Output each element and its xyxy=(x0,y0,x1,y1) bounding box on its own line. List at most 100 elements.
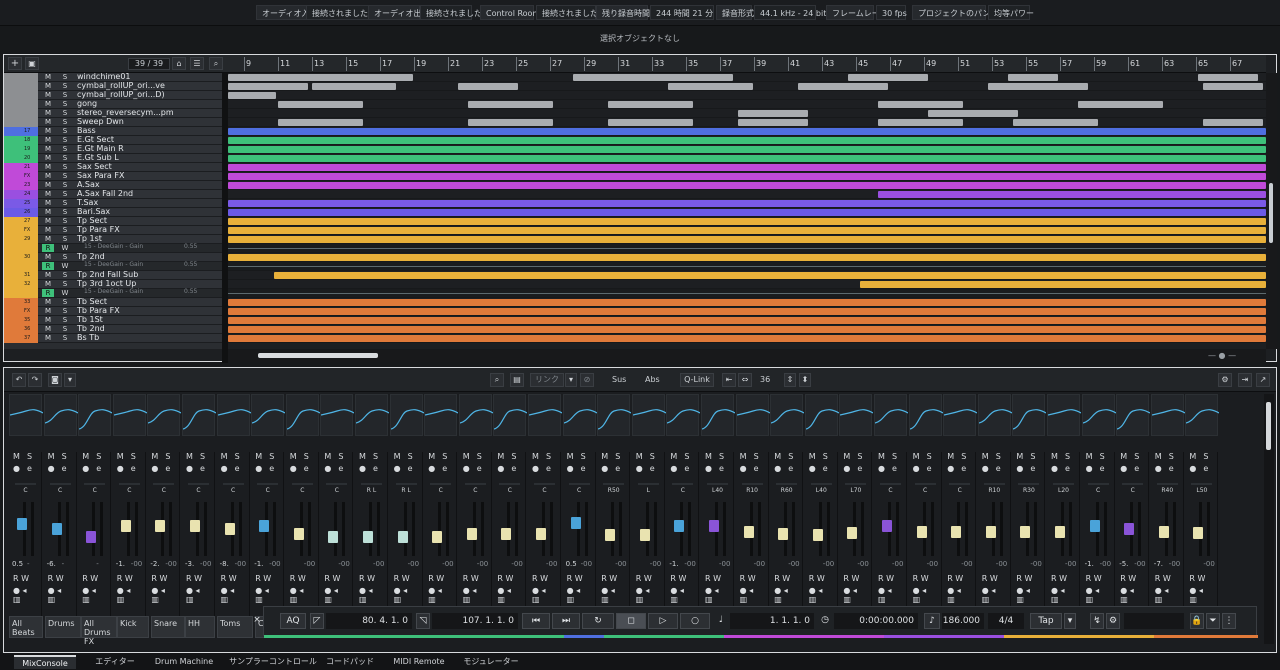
edit-icon[interactable]: e xyxy=(1134,464,1139,473)
volume-value[interactable]: -1. xyxy=(254,560,263,568)
eq-curve-display[interactable] xyxy=(43,394,78,436)
edit-icon[interactable]: e xyxy=(96,464,101,473)
track-row[interactable]: 37 M S Bs Tb xyxy=(4,333,222,343)
eq-curve-display[interactable] xyxy=(874,394,909,436)
volume-value[interactable]: -1. xyxy=(1085,560,1094,568)
mute-button[interactable]: M xyxy=(636,452,643,461)
undo-icon[interactable]: ↶ xyxy=(12,373,26,387)
read-write-buttons[interactable]: R W xyxy=(670,574,686,583)
edit-icon[interactable]: e xyxy=(27,464,32,473)
volume-value[interactable]: -2. xyxy=(150,560,159,568)
mute-button[interactable]: M xyxy=(42,307,54,315)
solo-button[interactable]: S xyxy=(1203,452,1208,461)
monitor-icon[interactable]: ● ◂ xyxy=(636,586,650,595)
channel-spin-icon[interactable]: ⬍ xyxy=(799,373,811,387)
mute-button[interactable]: M xyxy=(290,452,297,461)
monitor-icon[interactable]: ● ◂ xyxy=(809,586,823,595)
edit-icon[interactable]: e xyxy=(1100,464,1105,473)
solo-button[interactable]: S xyxy=(165,452,170,461)
pan-value[interactable]: R50 xyxy=(599,487,628,496)
pan-value[interactable]: C xyxy=(495,487,524,496)
solo-button[interactable]: S xyxy=(59,73,71,81)
audio-event[interactable] xyxy=(928,110,1018,117)
fader-handle[interactable] xyxy=(17,517,27,530)
fader-handle[interactable] xyxy=(639,529,650,542)
pan-value[interactable]: R40 xyxy=(1153,487,1182,496)
audio-event[interactable] xyxy=(228,164,1266,171)
edit-icon[interactable]: e xyxy=(62,464,67,473)
track-row[interactable]: 35 M S Tb 1St xyxy=(4,315,222,325)
read-write-buttons[interactable]: R W xyxy=(221,574,237,583)
fader-handle[interactable] xyxy=(605,529,616,542)
pan-value[interactable]: C xyxy=(219,487,248,496)
listen-icon[interactable]: ● xyxy=(151,464,158,473)
read-write-buttons[interactable]: R W xyxy=(1086,574,1102,583)
mute-button[interactable]: M xyxy=(532,452,539,461)
solo-button[interactable]: S xyxy=(338,452,343,461)
eq-curve-display[interactable] xyxy=(839,394,874,436)
pan-value[interactable]: R30 xyxy=(1014,487,1043,496)
fader-handle[interactable] xyxy=(985,525,996,538)
mute-button[interactable]: M xyxy=(809,452,816,461)
track-lane[interactable] xyxy=(228,217,1266,226)
audio-event[interactable] xyxy=(608,101,693,108)
group-button[interactable]: Snare xyxy=(151,616,185,638)
mute-button[interactable]: M xyxy=(42,316,54,324)
edit-icon[interactable]: e xyxy=(511,464,516,473)
eq-curve-display[interactable] xyxy=(977,394,1013,436)
track-lane[interactable] xyxy=(228,271,1266,280)
solo-button[interactable]: S xyxy=(1169,452,1174,461)
listen-icon[interactable]: ● xyxy=(186,464,193,473)
monitor-icon[interactable]: ● ◂ xyxy=(947,586,961,595)
metronome-icon[interactable]: ♪ xyxy=(924,613,940,629)
listen-icon[interactable]: ● xyxy=(843,464,850,473)
options-icon[interactable]: ⚙ xyxy=(1106,613,1120,629)
monitor-icon[interactable]: ● ◂ xyxy=(324,586,338,595)
camera-icon[interactable]: ◙ xyxy=(48,373,62,387)
mute-button[interactable]: M xyxy=(42,190,54,198)
audio-event[interactable] xyxy=(988,83,1088,90)
audio-event[interactable] xyxy=(878,101,963,108)
solo-button[interactable]: S xyxy=(754,452,759,461)
eq-curve-display[interactable] xyxy=(735,394,770,436)
mute-button[interactable]: M xyxy=(428,452,435,461)
mute-button[interactable]: M xyxy=(670,452,677,461)
audio-event[interactable] xyxy=(1203,83,1263,90)
fader-handle[interactable] xyxy=(1193,527,1204,540)
mute-button[interactable]: M xyxy=(913,452,920,461)
stop-icon[interactable]: ◻ xyxy=(616,613,646,629)
edit-icon[interactable]: e xyxy=(1203,464,1208,473)
fader-handle[interactable] xyxy=(1089,520,1100,533)
eq-curve-display[interactable] xyxy=(216,394,251,436)
read-write-buttons[interactable]: R W xyxy=(255,574,271,583)
pan-value[interactable]: L20 xyxy=(1049,487,1078,496)
listen-icon[interactable]: ● xyxy=(567,464,574,473)
track-lane[interactable] xyxy=(228,163,1266,172)
fader-handle[interactable] xyxy=(259,520,270,533)
solo-button[interactable]: S xyxy=(59,199,71,207)
track-lane[interactable] xyxy=(228,253,1266,262)
mute-button[interactable]: M xyxy=(151,452,158,461)
solo-button[interactable]: S xyxy=(961,452,966,461)
audio-event[interactable] xyxy=(458,83,518,90)
fader-handle[interactable] xyxy=(293,528,304,541)
gear-icon[interactable]: ⚙ xyxy=(1218,373,1232,387)
position-bars[interactable]: 1. 1. 1. 0 xyxy=(730,613,814,629)
volume-value[interactable]: -1. xyxy=(669,560,678,568)
signature-field[interactable]: 4/4 xyxy=(988,613,1024,629)
listen-icon[interactable]: ● xyxy=(705,464,712,473)
monitor-icon[interactable]: ● ◂ xyxy=(221,586,235,595)
mute-button[interactable]: M xyxy=(82,452,89,461)
read-write-buttons[interactable]: R W xyxy=(878,574,894,583)
solo-button[interactable]: S xyxy=(59,109,71,117)
solo-button[interactable]: S xyxy=(927,452,932,461)
monitor-icon[interactable]: ● ◂ xyxy=(151,586,165,595)
mute-button[interactable]: M xyxy=(1155,452,1162,461)
track-row[interactable]: 24 M S A.Sax Fall 2nd xyxy=(4,189,222,199)
eq-curve-display[interactable] xyxy=(943,394,978,436)
eq-curve-display[interactable] xyxy=(804,394,840,436)
audio-event[interactable] xyxy=(228,254,1266,261)
eq-curve-display[interactable] xyxy=(320,394,355,436)
eq-curve-display[interactable] xyxy=(908,394,943,436)
monitor-icon[interactable]: ● ◂ xyxy=(186,586,200,595)
